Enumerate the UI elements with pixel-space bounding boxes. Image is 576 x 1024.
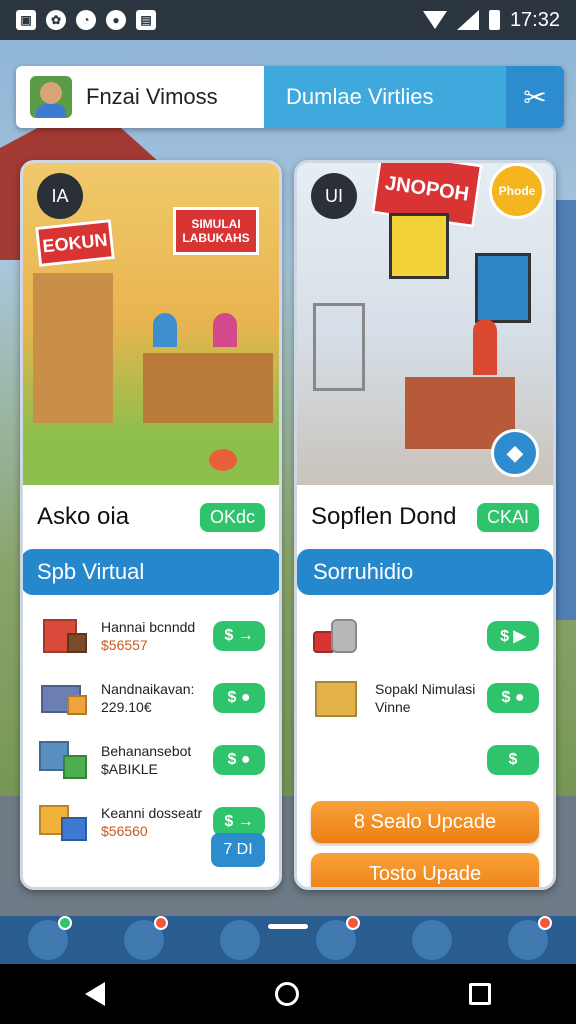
cargo-box-icon bbox=[37, 675, 91, 721]
section-bar[interactable]: Spb Virtual bbox=[23, 549, 279, 595]
store-title: Sopflen Dond bbox=[311, 503, 457, 530]
list-item[interactable]: Sopakl Nimulasi Vinne $ ● bbox=[311, 667, 539, 729]
item-name: Keanni dosseatr bbox=[101, 805, 203, 821]
settings-icon: ✿ bbox=[46, 10, 66, 30]
parcel-boxes-icon bbox=[37, 799, 91, 845]
buy-button[interactable]: $ → bbox=[213, 621, 265, 651]
store-illustration: UI JNOPOH Phode ◆ bbox=[297, 163, 553, 485]
tab-inventory[interactable] bbox=[508, 916, 552, 960]
upgrade-button-secondary[interactable]: Tosto Upade bbox=[311, 853, 539, 887]
item-list: $ ▶ Sopakl Nimulasi Vinne $ ● $ bbox=[297, 595, 553, 791]
mode-label: Dumlae Virtlies bbox=[286, 84, 434, 109]
cube-icon[interactable]: ◆ bbox=[491, 429, 539, 477]
messenger-icon: ◔ bbox=[76, 10, 96, 30]
shop-sign-secondary: SIMULAI LABUKAHS bbox=[173, 207, 259, 255]
back-icon[interactable] bbox=[85, 982, 105, 1006]
shop-title: Asko oia bbox=[37, 503, 130, 530]
section-label: Spb Virtual bbox=[37, 559, 145, 584]
shop-card-right[interactable]: UI JNOPOH Phode ◆ Sopflen Dond CKAI Sorr… bbox=[294, 160, 556, 890]
green-boxes-icon bbox=[37, 737, 91, 783]
tab-character[interactable] bbox=[316, 916, 360, 960]
section-bar[interactable]: Sorruhidio bbox=[297, 549, 553, 595]
item-name: Sopakl Nimulasi Vinne bbox=[375, 681, 476, 715]
notification-dot bbox=[346, 916, 360, 930]
upgrade-button[interactable]: 8 Sealo Upcade bbox=[311, 801, 539, 843]
status-chip[interactable]: OKdc bbox=[199, 502, 265, 532]
tab-tools[interactable] bbox=[124, 916, 168, 960]
customer-illustration bbox=[213, 313, 237, 347]
buy-button[interactable]: $ ▶ bbox=[487, 621, 539, 651]
signal-icon bbox=[456, 10, 479, 30]
list-item[interactable]: $ ▶ bbox=[311, 605, 539, 667]
status-bar: ▣ ✿ ◔ ● ▤ 17:32 bbox=[0, 0, 576, 40]
item-name: Nandnaikavan: bbox=[101, 681, 195, 697]
tab-profile[interactable] bbox=[28, 916, 72, 960]
record-icon: ● bbox=[106, 10, 126, 30]
item-price: $ABIKLE bbox=[101, 761, 158, 777]
cashier-illustration bbox=[473, 319, 497, 375]
status-chip[interactable]: CKAI bbox=[476, 502, 539, 532]
list-item[interactable]: Behanansebot $ABIKLE $ ● bbox=[37, 729, 265, 791]
header-bar: Fnzai Vimoss Dumlae Virtlies ✂ bbox=[16, 66, 564, 128]
avatar[interactable] bbox=[30, 76, 72, 118]
home-icon[interactable] bbox=[275, 982, 299, 1006]
shelf-illustration bbox=[33, 273, 113, 423]
navigation-bar bbox=[0, 964, 576, 1024]
crate-icon bbox=[37, 613, 91, 659]
notification-dot bbox=[58, 916, 72, 930]
shopkeeper-illustration bbox=[153, 313, 177, 347]
counter-illustration bbox=[143, 353, 273, 423]
item-price: 229.10€ bbox=[101, 699, 152, 715]
list-item[interactable]: Hannai bcnndd $56557 $ → bbox=[37, 605, 265, 667]
image-icon: ▤ bbox=[136, 10, 156, 30]
buy-button[interactable]: $ ● bbox=[213, 745, 265, 775]
card-header: Sopflen Dond CKAI bbox=[297, 485, 553, 549]
cardboard-box-icon bbox=[311, 675, 365, 721]
poster-illustration bbox=[389, 213, 449, 279]
shop-sign: EOKUN bbox=[35, 219, 115, 267]
list-item[interactable]: Nandnaikavan: 229.10€ $ ● bbox=[37, 667, 265, 729]
buy-button[interactable]: $ bbox=[487, 745, 539, 775]
card-header: Asko oia OKdc bbox=[23, 485, 279, 549]
item-name: Hannai bcnndd bbox=[101, 619, 196, 635]
level-badge: UI bbox=[311, 173, 357, 219]
item-price: $56557 bbox=[101, 637, 148, 653]
page-button[interactable]: 7 DI bbox=[211, 833, 265, 867]
mode-tab[interactable]: Dumlae Virtlies bbox=[264, 66, 506, 128]
player-name: Fnzai Vimoss bbox=[86, 84, 218, 109]
shop-card-left[interactable]: IA EOKUN SIMULAI LABUKAHS Asko oia OKdc … bbox=[20, 160, 282, 890]
promo-badge[interactable]: Phode bbox=[489, 163, 545, 219]
item-price: $56560 bbox=[101, 823, 148, 839]
player-profile[interactable]: Fnzai Vimoss bbox=[16, 66, 264, 128]
tools-icon: ✂ bbox=[523, 81, 547, 113]
tab-friend[interactable] bbox=[412, 920, 452, 960]
item-list: Hannai bcnndd $56557 $ → Nandnaikavan: 2… bbox=[23, 595, 279, 853]
battery-icon bbox=[488, 10, 500, 30]
flower-pot-illustration bbox=[209, 449, 237, 471]
notification-dot bbox=[154, 916, 168, 930]
tape-roll-icon bbox=[311, 613, 365, 659]
tools-button[interactable]: ✂ bbox=[506, 66, 564, 128]
buy-button[interactable]: $ ● bbox=[487, 683, 539, 713]
section-label: Sorruhidio bbox=[313, 559, 414, 584]
tv-screen-illustration bbox=[475, 253, 531, 323]
shop-illustration: IA EOKUN SIMULAI LABUKAHS bbox=[23, 163, 279, 485]
notification-dot bbox=[538, 916, 552, 930]
tab-indicator bbox=[268, 924, 308, 929]
buy-button[interactable]: $ ● bbox=[213, 683, 265, 713]
clock: 17:32 bbox=[509, 8, 560, 31]
status-icons: ▣ ✿ ◔ ● ▤ bbox=[16, 10, 156, 30]
list-item[interactable]: $ bbox=[311, 729, 539, 791]
item-name: Behanansebot bbox=[101, 743, 192, 759]
level-badge: IA bbox=[37, 173, 83, 219]
wifi-icon bbox=[422, 11, 447, 29]
tab-store[interactable] bbox=[220, 920, 260, 960]
shopping-cart-illustration bbox=[313, 303, 365, 391]
recent-apps-icon[interactable] bbox=[469, 983, 491, 1005]
gallery-icon: ▣ bbox=[16, 10, 36, 30]
